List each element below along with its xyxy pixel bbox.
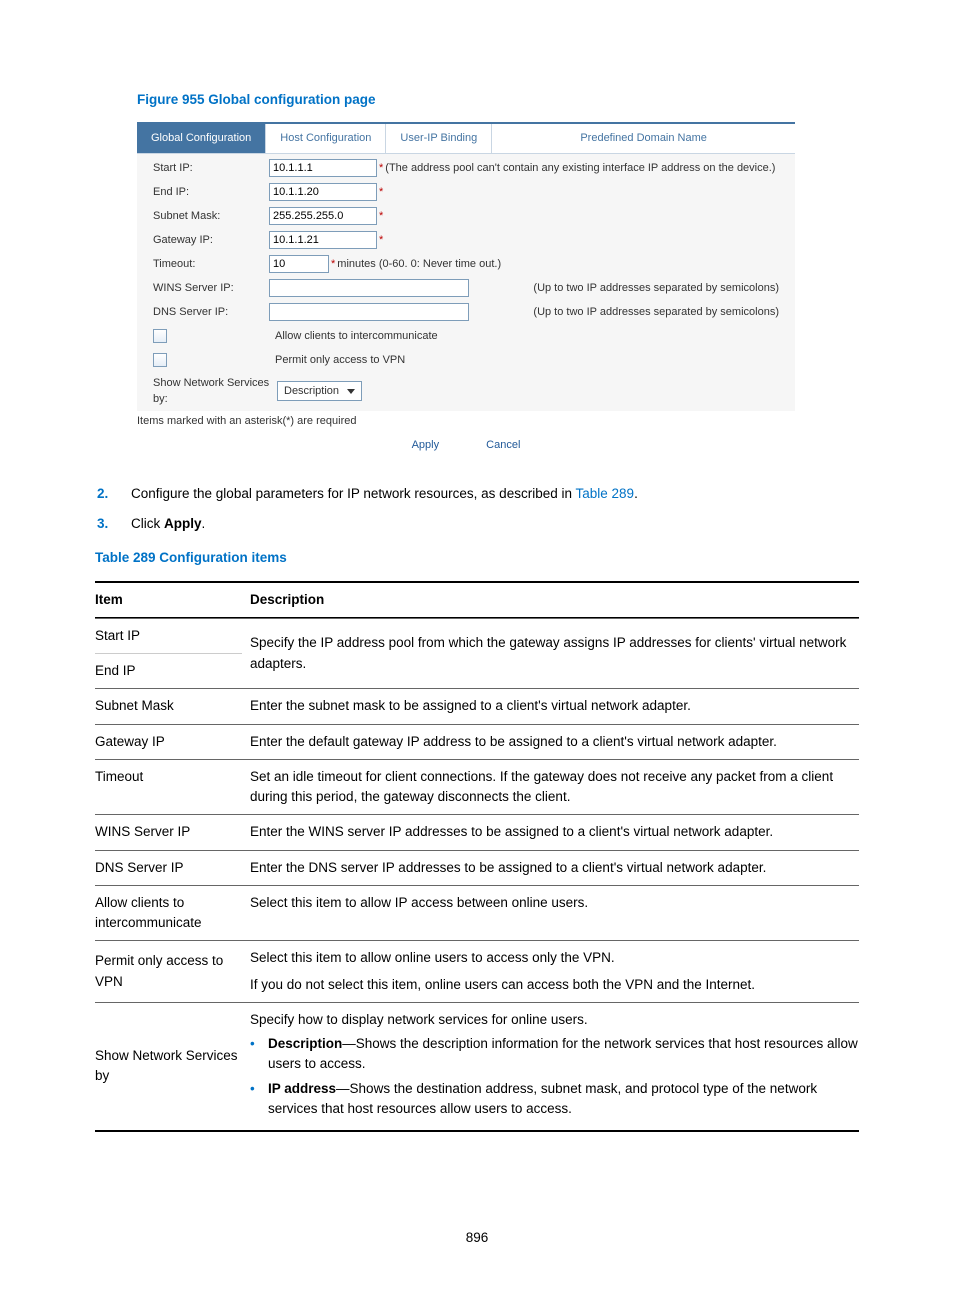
- tab-user-ip-binding[interactable]: User-IP Binding: [386, 124, 492, 153]
- desc-timeout: Set an idle timeout for client connectio…: [250, 767, 859, 808]
- desc-subnet: Enter the subnet mask to be assigned to …: [250, 696, 859, 716]
- table-title: Table 289 Configuration items: [95, 548, 859, 568]
- select-value: Description: [284, 383, 339, 400]
- required-note: Items marked with an asterisk(*) are req…: [137, 411, 795, 430]
- step-3: 3. Click Apply.: [95, 514, 859, 534]
- label-gateway: Gateway IP:: [153, 232, 269, 249]
- label-timeout: Timeout:: [153, 256, 269, 273]
- hint-timeout: minutes (0-60. 0: Never time out.): [337, 256, 501, 273]
- desc-show-bullet-1: Description—Shows the description inform…: [250, 1034, 859, 1075]
- tab-host-config[interactable]: Host Configuration: [266, 124, 386, 153]
- label-show-services: Show Network Services by:: [153, 375, 277, 408]
- required-marker: *: [379, 184, 383, 201]
- label-start-ip: Start IP:: [153, 160, 269, 177]
- config-items-table: Item Description Start IP End IP Specify…: [95, 581, 859, 1133]
- item-dns: DNS Server IP: [95, 858, 250, 878]
- input-timeout[interactable]: [269, 255, 329, 273]
- checkbox-permit-vpn-only[interactable]: [153, 353, 167, 367]
- hint-dns: (Up to two IP addresses separated by sem…: [533, 304, 787, 321]
- desc-show-bullet-2: IP address—Shows the destination address…: [250, 1079, 859, 1120]
- tab-predefined-domain[interactable]: Predefined Domain Name: [492, 124, 795, 153]
- input-subnet[interactable]: [269, 207, 377, 225]
- item-permit: Permit only access to VPN: [95, 951, 250, 992]
- desc-permit-2: If you do not select this item, online u…: [250, 975, 859, 995]
- item-wins: WINS Server IP: [95, 822, 250, 842]
- label-permit-vpn-only: Permit only access to VPN: [275, 352, 405, 369]
- item-show: Show Network Services by: [95, 1046, 250, 1087]
- label-subnet: Subnet Mask:: [153, 208, 269, 225]
- label-dns: DNS Server IP:: [153, 304, 269, 321]
- page-number: 896: [0, 1228, 954, 1248]
- desc-allow: Select this item to allow IP access betw…: [250, 893, 859, 934]
- item-gateway: Gateway IP: [95, 732, 250, 752]
- item-end-ip: End IP: [95, 654, 242, 681]
- step-2: 2. Configure the global parameters for I…: [95, 484, 859, 504]
- item-subnet: Subnet Mask: [95, 696, 250, 716]
- link-table-289[interactable]: Table 289: [576, 486, 635, 501]
- required-marker: *: [379, 208, 383, 225]
- cancel-button[interactable]: Cancel: [486, 437, 520, 454]
- config-screenshot: Global Configuration Host Configuration …: [137, 122, 795, 456]
- label-end-ip: End IP:: [153, 184, 269, 201]
- input-gateway[interactable]: [269, 231, 377, 249]
- label-allow-intercommunicate: Allow clients to intercommunicate: [275, 328, 438, 345]
- desc-dns: Enter the DNS server IP addresses to be …: [250, 858, 859, 878]
- checkbox-allow-intercommunicate[interactable]: [153, 329, 167, 343]
- hint-wins: (Up to two IP addresses separated by sem…: [533, 280, 787, 297]
- desc-permit-1: Select this item to allow online users t…: [250, 948, 859, 968]
- select-show-services[interactable]: Description: [277, 381, 362, 401]
- chevron-down-icon: [347, 389, 355, 394]
- desc-ip-pool: Specify the IP address pool from which t…: [250, 626, 859, 682]
- required-marker: *: [331, 256, 335, 273]
- tab-bar: Global Configuration Host Configuration …: [137, 124, 795, 154]
- table-header-item: Item: [95, 590, 250, 610]
- item-start-ip: Start IP: [95, 626, 242, 654]
- desc-gateway: Enter the default gateway IP address to …: [250, 732, 859, 752]
- input-end-ip[interactable]: [269, 183, 377, 201]
- input-start-ip[interactable]: [269, 159, 377, 177]
- hint-start-ip: (The address pool can't contain any exis…: [385, 160, 775, 177]
- input-dns[interactable]: [269, 303, 469, 321]
- desc-wins: Enter the WINS server IP addresses to be…: [250, 822, 859, 842]
- input-wins[interactable]: [269, 279, 469, 297]
- required-marker: *: [379, 160, 383, 177]
- label-wins: WINS Server IP:: [153, 280, 269, 297]
- required-marker: *: [379, 232, 383, 249]
- desc-show-intro: Specify how to display network services …: [250, 1010, 859, 1030]
- item-timeout: Timeout: [95, 767, 250, 808]
- table-header-desc: Description: [250, 590, 859, 610]
- apply-button[interactable]: Apply: [412, 437, 440, 454]
- item-allow: Allow clients to intercommunicate: [95, 893, 250, 934]
- tab-global-config[interactable]: Global Configuration: [137, 124, 266, 153]
- figure-title: Figure 955 Global configuration page: [137, 90, 859, 110]
